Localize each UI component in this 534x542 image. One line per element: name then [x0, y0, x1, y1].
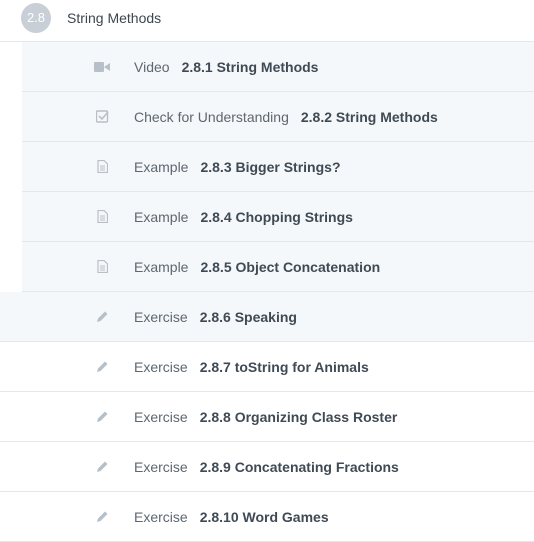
item-title[interactable]: 2.8.5 Object Concatenation	[200, 259, 380, 275]
list-item[interactable]: Exercise 2.8.9 Concatenating Fractions	[0, 442, 534, 492]
section-title: String Methods	[67, 9, 162, 26]
pencil-icon	[94, 359, 110, 375]
item-type: Exercise	[134, 458, 188, 475]
item-title[interactable]: 2.8.8 Organizing Class Roster	[200, 409, 398, 425]
item-title[interactable]: 2.8.4 Chopping Strings	[200, 209, 352, 225]
item-title[interactable]: 2.8.9 Concatenating Fractions	[200, 459, 399, 475]
section-header[interactable]: 2.8 String Methods	[0, 0, 534, 42]
item-type: Example	[134, 208, 189, 225]
pencil-icon	[94, 309, 110, 325]
item-type: Video	[134, 58, 170, 75]
list-item[interactable]: Example 2.8.4 Chopping Strings	[22, 192, 534, 242]
list-item[interactable]: Example 2.8.3 Bigger Strings?	[22, 142, 534, 192]
pencil-icon	[94, 459, 110, 475]
item-type: Exercise	[134, 358, 188, 375]
item-type: Check for Understanding	[134, 108, 289, 125]
list-item[interactable]: Exercise 2.8.8 Organizing Class Roster	[0, 392, 534, 442]
list-item[interactable]: Example 2.8.5 Object Concatenation	[22, 242, 534, 292]
item-title[interactable]: 2.8.6 Speaking	[200, 309, 297, 325]
item-type: Exercise	[134, 408, 188, 425]
list-item[interactable]: Check for Understanding 2.8.2 String Met…	[22, 92, 534, 142]
item-title[interactable]: 2.8.10 Word Games	[200, 509, 329, 525]
document-icon	[94, 209, 110, 225]
pencil-icon	[94, 409, 110, 425]
list-item[interactable]: Exercise 2.8.6 Speaking	[0, 292, 534, 342]
document-icon	[94, 159, 110, 175]
list-item[interactable]: Video 2.8.1 String Methods	[22, 42, 534, 92]
lesson-list: Video 2.8.1 String Methods Check for Und…	[0, 42, 534, 542]
pencil-icon	[94, 509, 110, 525]
item-type: Example	[134, 158, 189, 175]
video-camera-icon	[94, 59, 110, 75]
item-title[interactable]: 2.8.2 String Methods	[301, 109, 438, 125]
item-title[interactable]: 2.8.7 toString for Animals	[200, 359, 369, 375]
list-item[interactable]: Exercise 2.8.10 Word Games	[0, 492, 534, 542]
item-type: Example	[134, 258, 189, 275]
item-title[interactable]: 2.8.3 Bigger Strings?	[200, 159, 340, 175]
document-icon	[94, 259, 110, 275]
item-title[interactable]: 2.8.1 String Methods	[182, 59, 319, 75]
item-type: Exercise	[134, 308, 188, 325]
item-type: Exercise	[134, 508, 188, 525]
section-number-badge: 2.8	[21, 2, 51, 33]
list-item[interactable]: Exercise 2.8.7 toString for Animals	[0, 342, 534, 392]
checkbox-icon	[94, 109, 110, 125]
